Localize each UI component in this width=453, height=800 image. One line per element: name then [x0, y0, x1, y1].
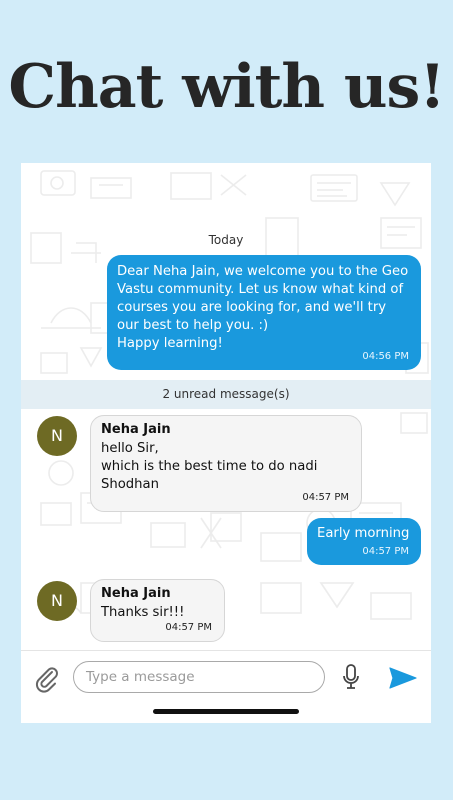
microphone-icon[interactable] [341, 664, 361, 690]
reply-text: Early morning [317, 526, 410, 541]
avatar[interactable]: N [37, 581, 77, 621]
message-input[interactable]: Type a message [73, 661, 325, 693]
sender-name: Neha Jain [101, 422, 171, 437]
home-indicator [153, 709, 299, 714]
headline: Chat with us! [8, 52, 445, 122]
incoming-message[interactable]: Neha Jain Thanks sir!!! 04:57 PM [90, 579, 225, 642]
message-timestamp: 04:57 PM [302, 492, 349, 503]
sender-name: Neha Jain [101, 586, 171, 601]
welcome-message-text: Dear Neha Jain, we welcome you to the Ge… [117, 264, 409, 333]
welcome-message[interactable]: Dear Neha Jain, we welcome you to the Ge… [107, 255, 421, 370]
send-icon[interactable] [389, 666, 417, 690]
message-timestamp: 04:56 PM [362, 351, 409, 362]
message-text: Thanks sir!!! [101, 605, 185, 620]
avatar[interactable]: N [37, 416, 77, 456]
message-text: hello Sir, [101, 441, 159, 456]
message-timestamp: 04:57 PM [165, 622, 212, 633]
message-text-2: which is the best time to do nadi Shodha… [101, 459, 318, 492]
message-composer: Type a message [21, 650, 431, 723]
paperclip-icon[interactable] [33, 665, 61, 693]
date-separator: Today [208, 233, 244, 247]
chat-screen: Today Dear Neha Jain, we welcome you to … [21, 163, 431, 723]
message-timestamp: 04:57 PM [362, 546, 409, 557]
unread-banner: 2 unread message(s) [21, 380, 431, 409]
incoming-message[interactable]: Neha Jain hello Sir, which is the best t… [90, 415, 362, 512]
outgoing-reply[interactable]: Early morning 04:57 PM [307, 518, 421, 565]
